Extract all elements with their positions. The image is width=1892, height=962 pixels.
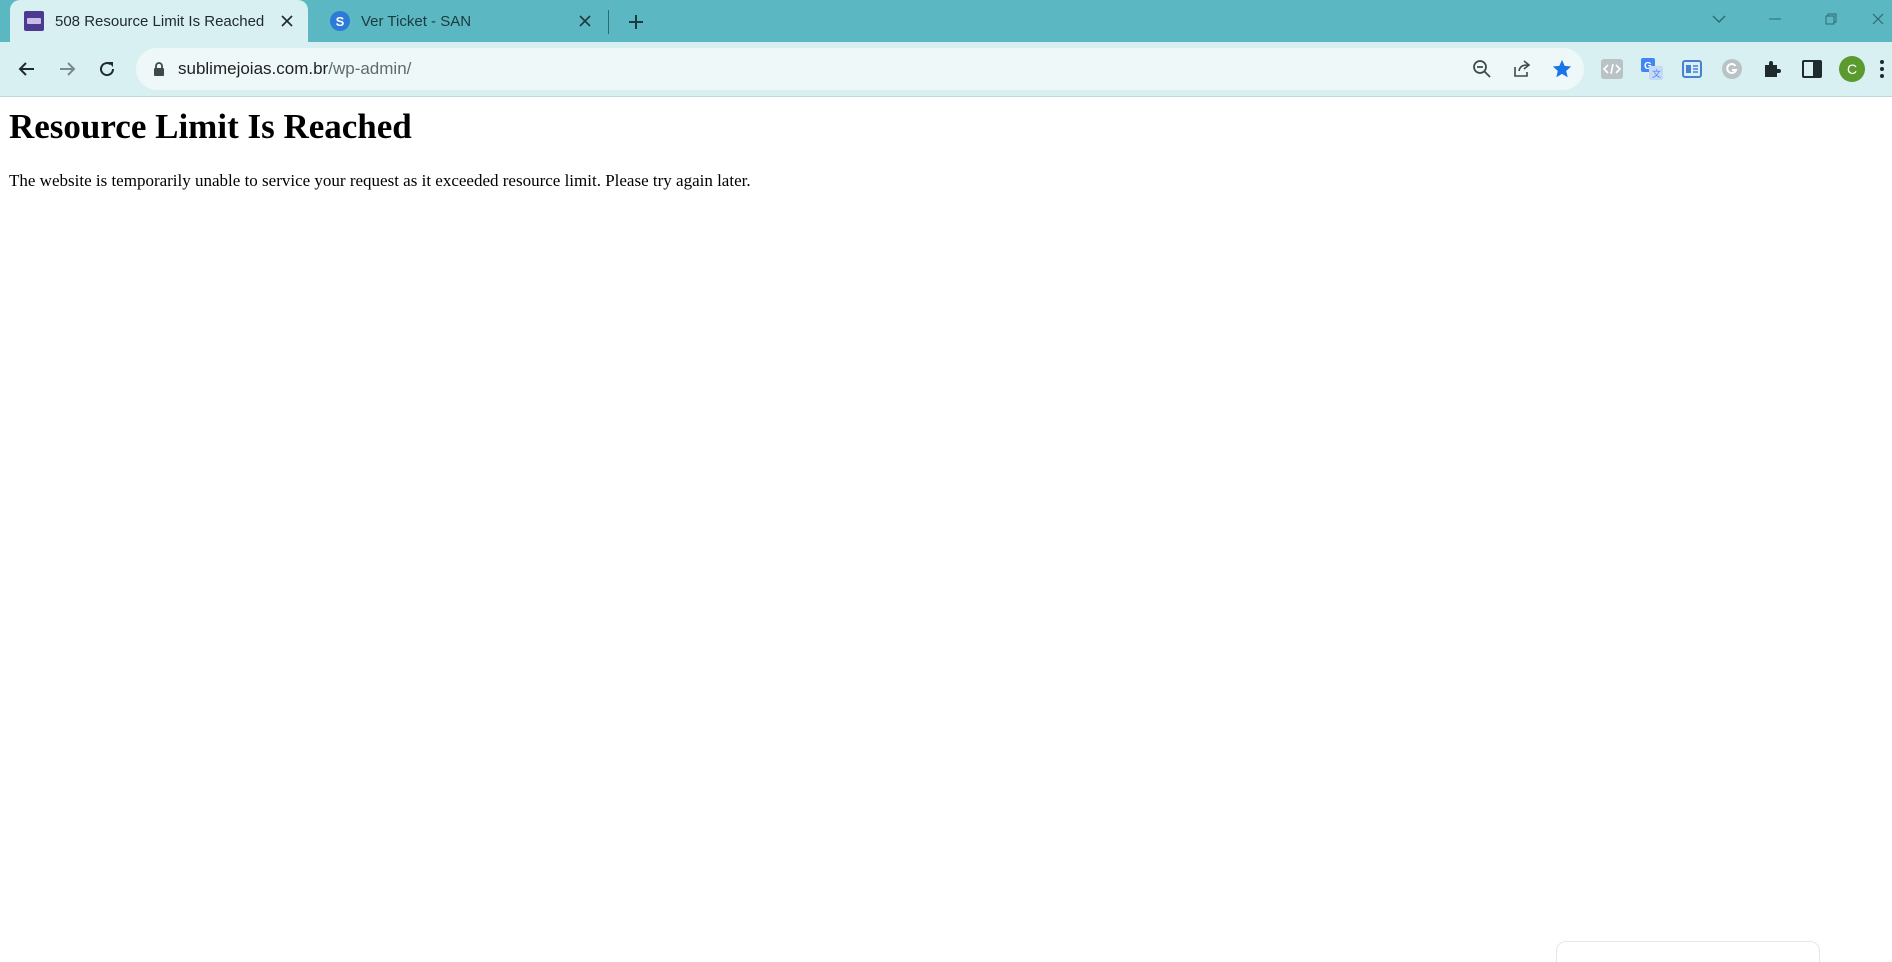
side-panel-icon — [1802, 60, 1822, 78]
avatar: C — [1839, 56, 1865, 82]
chevron-down-icon — [1712, 15, 1726, 23]
tab-title: 508 Resource Limit Is Reached — [55, 12, 265, 30]
forward-icon — [60, 62, 76, 76]
bookmark-button[interactable] — [1548, 55, 1576, 83]
extensions-button[interactable] — [1756, 53, 1788, 85]
blue-s-favicon-icon: S — [330, 11, 350, 31]
minimize-button[interactable] — [1752, 0, 1798, 38]
svg-text:文: 文 — [1652, 68, 1661, 79]
tab-ver-ticket[interactable]: S Ver Ticket - SAN — [316, 0, 606, 42]
extension-code-icon — [1601, 59, 1623, 79]
bookmark-star-icon — [1552, 59, 1572, 78]
browser-toolbar: sublimejoias.com.br/wp-admin/ G文 C — [0, 42, 1892, 97]
tab-title: Ver Ticket - SAN — [361, 12, 472, 30]
close-window-button[interactable] — [1864, 0, 1892, 38]
side-panel-button[interactable] — [1796, 53, 1828, 85]
lock-icon[interactable] — [150, 60, 168, 78]
error-message: The website is temporarily unable to ser… — [9, 171, 751, 190]
close-window-icon — [1872, 13, 1884, 25]
extension-translate-button[interactable]: G文 — [1636, 53, 1668, 85]
plus-icon — [629, 15, 643, 29]
menu-kebab-icon — [1880, 60, 1884, 78]
tab-strip: 508 Resource Limit Is Reached S Ver Tick… — [0, 0, 1892, 42]
extension-tabs-button[interactable] — [1676, 53, 1708, 85]
close-tab-icon[interactable] — [274, 8, 300, 34]
forward-button[interactable] — [49, 51, 85, 87]
reload-button[interactable] — [89, 51, 125, 87]
close-tab-icon[interactable] — [572, 8, 598, 34]
extension-translate-icon: G文 — [1641, 58, 1663, 80]
page-title: Resource Limit Is Reached — [9, 107, 412, 146]
tab-separator — [608, 10, 609, 34]
restore-button[interactable] — [1808, 0, 1854, 38]
url-path: /wp-admin/ — [328, 59, 412, 78]
extensions-puzzle-icon — [1765, 61, 1781, 77]
profile-button[interactable]: C — [1836, 53, 1868, 85]
url-text[interactable]: sublimejoias.com.br/wp-admin/ — [178, 59, 411, 79]
back-icon — [18, 62, 34, 76]
zoom-out-button[interactable] — [1468, 55, 1496, 83]
share-button[interactable] — [1508, 55, 1536, 83]
new-tab-button[interactable] — [620, 8, 652, 36]
address-bar[interactable]: sublimejoias.com.br/wp-admin/ — [136, 48, 1584, 90]
reload-icon — [100, 62, 115, 77]
url-domain: sublimejoias.com.br — [178, 59, 329, 78]
purple-site-favicon-icon — [24, 11, 44, 31]
zoom-out-icon — [1473, 60, 1491, 78]
back-button[interactable] — [9, 51, 45, 87]
restore-icon — [1825, 13, 1837, 25]
page-content: Resource Limit Is Reached The website is… — [0, 97, 1892, 962]
tab-resource-limit[interactable]: 508 Resource Limit Is Reached — [10, 0, 308, 42]
extension-code-button[interactable] — [1596, 53, 1628, 85]
extension-grammarly-button[interactable] — [1716, 53, 1748, 85]
share-icon — [1514, 60, 1531, 77]
tab-search-button[interactable] — [1696, 0, 1742, 38]
minimize-icon — [1769, 18, 1781, 20]
extension-grammarly-icon — [1722, 59, 1742, 79]
extension-tabs-icon — [1682, 60, 1702, 78]
menu-button[interactable] — [1872, 53, 1892, 85]
floating-widget-edge[interactable] — [1556, 941, 1820, 962]
